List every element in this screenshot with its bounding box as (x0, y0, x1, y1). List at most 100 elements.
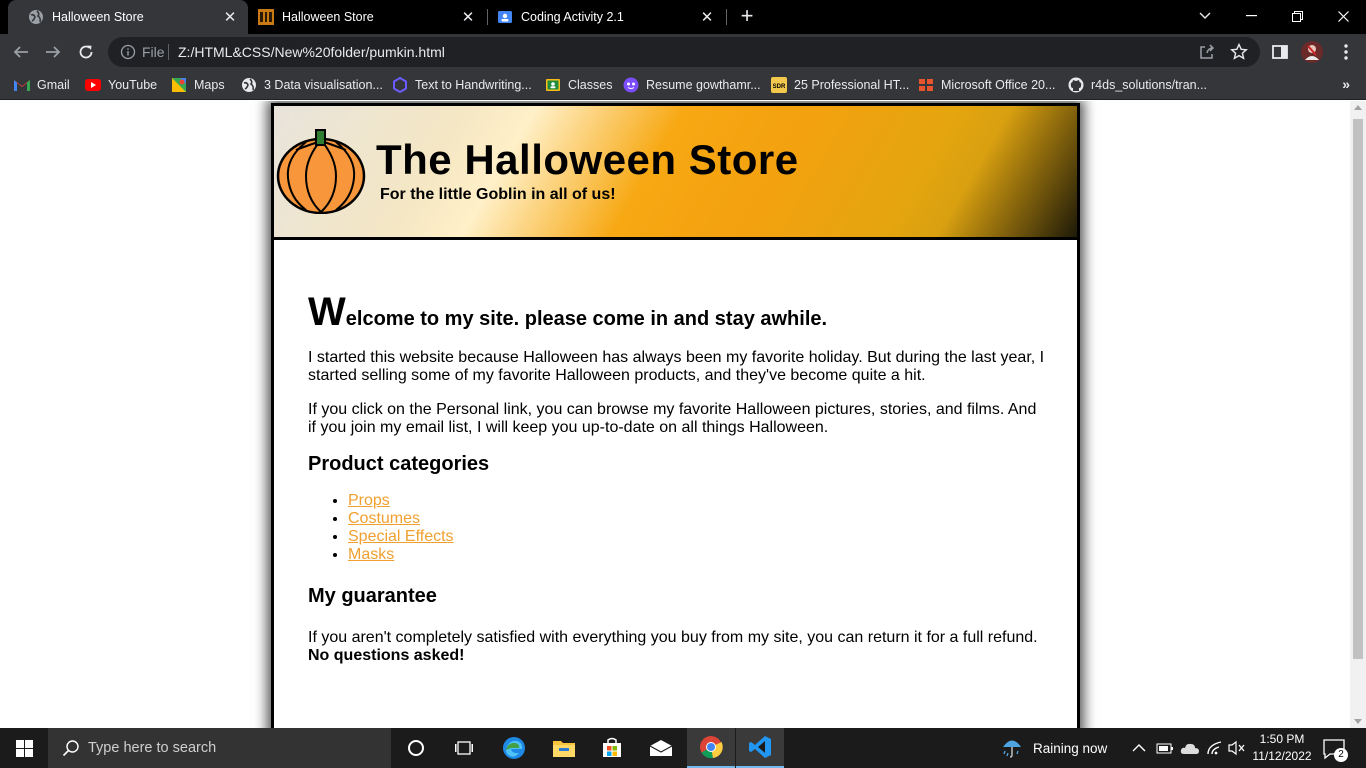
weather-text: Raining now (1033, 740, 1108, 756)
notification-count-badge: 2 (1334, 748, 1348, 762)
cortana-icon (408, 740, 424, 756)
windows-logo-icon (15, 739, 33, 757)
bookmark-resume[interactable]: Resume gowthamr... (623, 76, 761, 94)
scrollbar-thumb[interactable] (1353, 119, 1363, 659)
list-item: Masks (348, 546, 1048, 564)
wifi-icon[interactable] (1206, 728, 1224, 768)
reload-button[interactable] (73, 39, 99, 65)
category-link-masks[interactable]: Masks (348, 546, 394, 563)
bookmark-youtube[interactable]: YouTube (85, 76, 157, 94)
browser-toolbar: File Z:/HTML&CSS/New%20folder/pumkin.htm… (0, 34, 1366, 70)
bookmark-classes[interactable]: Classes (545, 76, 612, 94)
category-link-special-effects[interactable]: Special Effects (348, 528, 454, 545)
chrome-button[interactable] (687, 728, 735, 768)
omnibox-separator (168, 44, 169, 60)
volume-muted-icon[interactable] (1228, 728, 1246, 768)
bookmark-star-icon[interactable] (1230, 42, 1248, 61)
svg-text:SDR: SDR (773, 84, 786, 90)
taskbar-search-box[interactable]: Type here to search (48, 728, 391, 768)
bookmark-r4ds-solutions[interactable]: r4ds_solutions/tran... (1068, 76, 1207, 94)
share-icon[interactable] (1198, 43, 1216, 61)
weather-widget[interactable]: Raining now (1000, 728, 1107, 768)
show-hidden-icons-button[interactable] (1132, 728, 1146, 768)
address-bar[interactable]: File Z:/HTML&CSS/New%20folder/pumkin.htm… (108, 37, 1260, 67)
tab-search-chevron-icon[interactable] (1182, 0, 1228, 32)
guarantee-paragraph: If you aren't completely satisfied with … (308, 629, 1048, 665)
bookmark-data-visualisation[interactable]: 3 Data visualisation... (241, 76, 383, 94)
url-text[interactable]: Z:/HTML&CSS/New%20folder/pumkin.html (178, 44, 445, 60)
classroom-icon (497, 9, 513, 25)
task-view-icon (455, 741, 473, 755)
close-tab-icon[interactable]: ✕ (458, 7, 478, 27)
mail-button[interactable] (637, 728, 685, 768)
battery-icon[interactable] (1156, 728, 1174, 768)
tab-halloween-store-1[interactable]: Halloween Store ✕ (8, 0, 248, 34)
site-title: The Halloween Store (376, 136, 799, 183)
profile-avatar-icon[interactable] (1301, 41, 1323, 63)
scroll-down-arrow-icon[interactable] (1354, 719, 1362, 724)
site-tagline: For the little Goblin in all of us! (380, 186, 616, 203)
list-item: Props (348, 492, 1048, 510)
site-header: The Halloween Store For the little Gobli… (274, 106, 1077, 240)
personal-paragraph: If you click on the Personal link, you c… (308, 401, 1037, 436)
github-icon (1068, 77, 1084, 93)
tab-title: Halloween Store (282, 10, 374, 24)
site-info-icon[interactable] (120, 44, 136, 60)
more-bookmarks-button[interactable]: » (1342, 76, 1350, 92)
chrome-icon (700, 736, 723, 759)
tab-coding-activity[interactable]: Coding Activity 2.1 ✕ (477, 0, 725, 34)
categories-list: Props Costumes Special Effects Masks (348, 492, 1048, 564)
side-panel-icon[interactable] (1270, 42, 1290, 62)
scroll-up-arrow-icon[interactable] (1354, 105, 1362, 110)
start-button[interactable] (0, 728, 48, 768)
maps-icon (171, 77, 187, 93)
forward-button[interactable] (40, 39, 66, 65)
halloween-favicon-icon (258, 9, 274, 25)
classroom-icon (545, 77, 561, 93)
close-tab-icon[interactable]: ✕ (697, 7, 717, 27)
hexagon-icon (392, 77, 408, 93)
bookmark-gmail[interactable]: Gmail (14, 76, 70, 94)
new-tab-button[interactable]: + (735, 5, 759, 29)
microsoft-store-button[interactable] (588, 728, 636, 768)
vertical-scrollbar[interactable] (1350, 101, 1366, 728)
bookmark-label: Text to Handwriting... (415, 78, 532, 92)
bookmark-label: Gmail (37, 78, 70, 92)
search-placeholder: Type here to search (88, 740, 217, 756)
search-icon (62, 740, 79, 757)
chevron-up-icon (1132, 744, 1146, 752)
drop-cap: W (308, 290, 346, 334)
back-button[interactable] (8, 39, 34, 65)
bookmark-label: Maps (194, 78, 225, 92)
vscode-icon (749, 736, 771, 758)
tab-halloween-store-2[interactable]: Halloween Store ✕ (238, 0, 486, 34)
category-link-props[interactable]: Props (348, 492, 390, 509)
vscode-button[interactable] (736, 728, 784, 768)
onedrive-icon[interactable] (1180, 728, 1200, 768)
categories-heading: Product categories (308, 453, 490, 475)
task-view-button[interactable] (440, 728, 488, 768)
bookmark-text-to-handwriting[interactable]: Text to Handwriting... (392, 76, 532, 94)
bookmark-professional-html[interactable]: SDR 25 Professional HT... (771, 76, 909, 94)
bookmark-maps[interactable]: Maps (171, 76, 225, 94)
list-item: Special Effects (348, 528, 1048, 546)
chrome-menu-icon[interactable] (1336, 42, 1356, 62)
edge-button[interactable] (490, 728, 538, 768)
bookmark-label: Microsoft Office 20... (941, 78, 1056, 92)
tab-strip: Halloween Store ✕ Halloween Store ✕ Codi… (0, 0, 1366, 34)
close-tab-icon[interactable]: ✕ (220, 7, 240, 27)
restore-button[interactable] (1274, 0, 1320, 32)
system-clock[interactable]: 1:50 PM 11/12/2022 (1248, 731, 1316, 765)
windows-taskbar: Type here to search Raining now 1:50 PM … (0, 728, 1366, 768)
category-link-costumes[interactable]: Costumes (348, 510, 420, 527)
welcome-heading-text: elcome to my site. please come in and st… (345, 308, 828, 330)
globe-icon (28, 9, 44, 25)
close-window-button[interactable] (1320, 0, 1366, 32)
bookmark-microsoft-office[interactable]: Microsoft Office 20... (918, 76, 1055, 94)
minimize-button[interactable] (1228, 0, 1274, 32)
bookmark-label: 25 Professional HT... (794, 78, 910, 92)
youtube-icon (85, 77, 101, 93)
scheme-label: File (142, 44, 165, 60)
cortana-button[interactable] (392, 728, 440, 768)
file-explorer-button[interactable] (540, 728, 588, 768)
